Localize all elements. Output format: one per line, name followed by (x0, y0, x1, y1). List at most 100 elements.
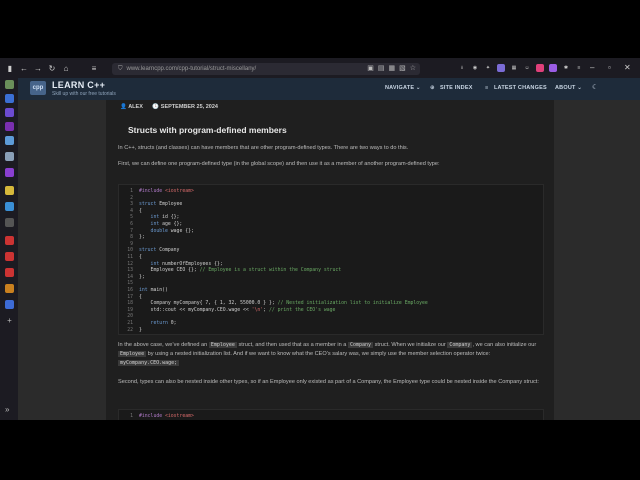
code-line: 2 (119, 196, 545, 203)
account-icon[interactable]: ◉ (471, 64, 479, 72)
author-icon: 👤 (120, 104, 127, 110)
sidebar-app-icon[interactable] (5, 202, 14, 211)
sidebar-app-icon[interactable] (5, 108, 14, 117)
close-icon[interactable]: ✕ (624, 63, 631, 72)
sidebar-app-icon[interactable] (5, 218, 14, 227)
sidebar-app-icon[interactable] (5, 94, 14, 103)
code-line: 20 (119, 314, 545, 321)
inline-code: Employee (208, 342, 237, 348)
code-text: std::cout << myCompany.CEO.wage << '\n';… (139, 307, 336, 313)
code-line: 22} (119, 328, 545, 335)
menu-navigate[interactable]: NAVIGATE ⌄ (385, 85, 421, 91)
line-number: 15 (127, 281, 133, 287)
text: by using a nested initialization list. A… (147, 351, 475, 357)
sidebar-app-icon[interactable] (5, 186, 14, 195)
line-number: 13 (127, 268, 133, 274)
ext-violet-icon[interactable] (549, 64, 557, 72)
article: 👤 ALEX 🕓 SEPTEMBER 25, 2024 Structs with… (106, 100, 554, 420)
code-text: int age {}; (139, 222, 183, 227)
code-line: 21 return 0; (119, 321, 545, 328)
line-number: 1 (130, 414, 133, 419)
ext-person-icon[interactable]: ☺ (523, 64, 531, 72)
paragraph-4: Second, types can also be nested inside … (118, 379, 539, 385)
section-heading: Structs with program-defined members (128, 125, 287, 135)
code-line: 13 Employee CEO {}; // Employee is a str… (119, 268, 545, 275)
line-number: 11 (127, 255, 133, 260)
sidebar-toggle-icon[interactable]: ▮ (4, 64, 16, 73)
reload-icon[interactable]: ↻ (46, 64, 58, 73)
dark-mode-icon[interactable]: ☾ (592, 83, 598, 91)
sidebar-app-icon[interactable] (5, 168, 14, 177)
line-number: 1 (130, 189, 133, 194)
inline-code: Employee (118, 351, 147, 357)
address-bar[interactable]: ⛉ www.learncpp.com/cpp-tutorial/struct-m… (112, 63, 420, 75)
extension-icon[interactable]: ✦ (484, 64, 492, 72)
code-block-1: 1 #include <iostream> 2 3 struct Employee 4{5… (118, 184, 544, 335)
paragraph-3: In the above case, we’ve defined an Empl… (118, 341, 548, 368)
menu-site-index[interactable]: SITE INDEX (440, 85, 473, 91)
code-line: 11 { (119, 255, 545, 262)
inline-code: Company (447, 342, 473, 348)
sidebar-app-icon[interactable] (5, 80, 14, 89)
code-text: Employee CEO {}; // Employee is a struct… (139, 268, 342, 274)
sidebar-app-icon[interactable] (5, 268, 14, 277)
line-number: 20 (127, 314, 133, 320)
expand-sidebar-icon[interactable]: » (5, 405, 9, 414)
tab-menu-icon[interactable]: ≡ (88, 64, 100, 73)
ext-pink-icon[interactable] (536, 64, 544, 72)
reader-view-icon[interactable]: ▤ (378, 64, 385, 72)
text: struct, and then used that as a member i… (238, 342, 347, 348)
sidebar-app-icon[interactable] (5, 122, 14, 131)
author-name[interactable]: ALEX (128, 104, 143, 110)
right-margin (554, 100, 640, 420)
sidebar-app-icon[interactable] (5, 300, 14, 309)
ext-grid-icon[interactable]: ▦ (510, 64, 518, 72)
sidebar-app-icon[interactable] (5, 284, 14, 293)
code-text: }; (139, 235, 145, 241)
screen: ▮ ← → ↻ ⌂ ≡ ⛉ www.learncpp.com/cpp-tutor… (0, 0, 640, 480)
bookmark-star-icon[interactable]: ☆ (410, 64, 416, 72)
ext-purple-icon[interactable] (497, 64, 505, 72)
code-text: int id {}; (139, 215, 180, 221)
menu-latest-changes[interactable]: LATEST CHANGES (494, 85, 547, 91)
paragraph-2: First, we can define one program-defined… (118, 161, 440, 167)
text: twice: (475, 351, 491, 357)
code-text: #include <iostream> (139, 414, 194, 419)
line-number: 3 (130, 202, 133, 208)
code-text: int main() (139, 288, 168, 293)
code-line: 5 int id {}; (119, 215, 545, 222)
sidebar-app-icon[interactable] (5, 252, 14, 261)
sidebar-app-icon[interactable] (5, 236, 14, 245)
code-line: 3 struct Employee (119, 202, 545, 209)
puzzle-icon[interactable]: ✱ (562, 64, 570, 72)
minimize-icon[interactable]: – (590, 63, 594, 72)
add-icon[interactable]: + (5, 316, 14, 325)
line-number: 6 (130, 222, 133, 227)
site-logo[interactable]: cpp (30, 81, 46, 95)
back-icon[interactable]: ← (18, 64, 30, 73)
inline-code: myCompany.CEO.wage; (118, 360, 180, 366)
translate-icon[interactable]: ▦ (388, 64, 395, 72)
article-meta: 👤 ALEX 🕓 SEPTEMBER 25, 2024 (120, 104, 218, 110)
line-number: 10 (127, 248, 133, 254)
code-text: struct Employee (139, 202, 183, 208)
paragraph-1: In C++, structs (and classes) can have m… (118, 145, 409, 151)
code-line: 16 int main() (119, 288, 545, 295)
code-line: 6 int age {}; (119, 222, 545, 229)
text: In the above case, we’ve defined an (118, 342, 208, 348)
maximize-icon[interactable]: ▫ (608, 63, 611, 72)
pocket-icon[interactable]: ▧ (399, 64, 406, 72)
site-brand[interactable]: LEARN C++ (52, 80, 105, 90)
app-menu-icon[interactable]: ≡ (575, 64, 583, 72)
screenshot-icon[interactable]: ▣ (367, 64, 374, 72)
home-icon[interactable]: ⌂ (60, 64, 72, 73)
sidebar-app-icon[interactable] (5, 136, 14, 145)
line-number: 8 (130, 235, 133, 241)
downloads-icon[interactable]: ⭳ (458, 64, 466, 72)
sidebar-app-icon[interactable] (5, 152, 14, 161)
forward-icon[interactable]: → (32, 64, 44, 73)
code-line: 8}; (119, 235, 545, 242)
menu-about[interactable]: ABOUT ⌄ (555, 85, 582, 91)
line-number: 16 (127, 288, 133, 293)
line-number: 5 (130, 215, 133, 221)
